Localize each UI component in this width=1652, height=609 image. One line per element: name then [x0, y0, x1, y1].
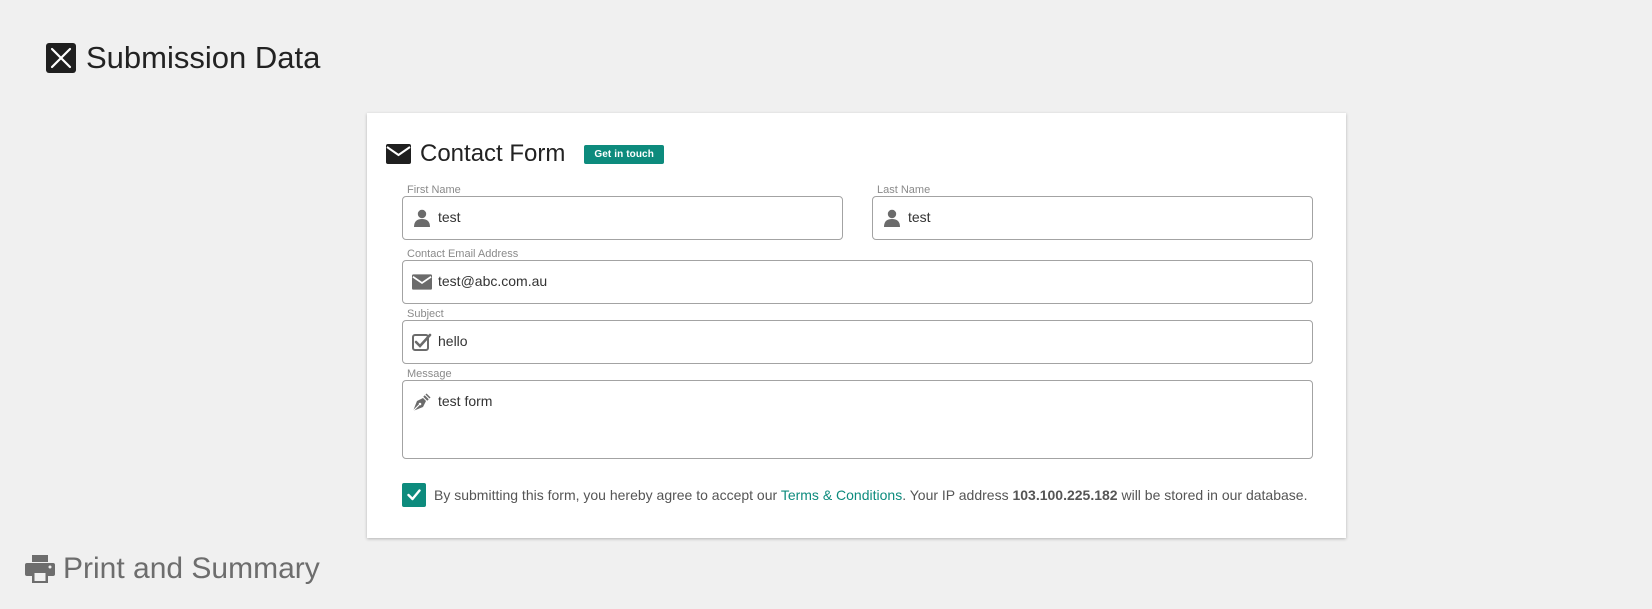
user-icon	[412, 208, 432, 228]
first-name-input[interactable]: test	[402, 196, 843, 240]
envelope-icon	[386, 144, 411, 164]
message-value: test form	[438, 393, 493, 409]
form-header: Contact Form Get in touch	[386, 138, 664, 170]
consent-text-after: will be stored in our database.	[1117, 487, 1308, 503]
check-square-icon	[412, 332, 432, 352]
first-name-field: First Name test	[402, 184, 843, 240]
consent-row: By submitting this form, you hereby agre…	[402, 483, 1307, 507]
print-summary-section: Print and Summary	[25, 552, 320, 586]
first-name-label: First Name	[407, 184, 461, 196]
email-label: Contact Email Address	[407, 248, 519, 260]
last-name-value: test	[908, 209, 931, 225]
subject-field: Subject hello	[402, 308, 1313, 364]
email-input[interactable]: test@abc.com.au	[402, 260, 1313, 304]
terms-link[interactable]: Terms & Conditions	[781, 487, 902, 503]
pen-nib-icon	[412, 392, 432, 412]
consent-text-before: By submitting this form, you hereby agre…	[434, 487, 781, 503]
last-name-label: Last Name	[877, 184, 931, 196]
contact-form-card: Contact Form Get in touch First Name tes…	[367, 113, 1346, 538]
last-name-input[interactable]: test	[872, 196, 1313, 240]
email-value: test@abc.com.au	[438, 273, 548, 289]
printer-icon	[25, 555, 55, 583]
ip-address: 103.100.225.182	[1012, 487, 1118, 503]
consent-checkbox[interactable]	[402, 483, 426, 507]
first-name-value: test	[438, 209, 461, 225]
close-square-icon	[46, 43, 76, 73]
message-label: Message	[407, 368, 452, 380]
last-name-field: Last Name test	[872, 184, 1313, 240]
page-header: Submission Data	[46, 40, 320, 76]
user-icon	[882, 208, 902, 228]
envelope-icon	[412, 272, 432, 292]
form-title: Contact Form	[420, 140, 566, 167]
subject-label: Subject	[407, 308, 444, 320]
page-title: Submission Data	[86, 40, 321, 75]
message-field: Message test form	[402, 368, 1313, 459]
print-summary-title: Print and Summary	[63, 552, 320, 585]
consent-text-middle: . Your IP address	[902, 487, 1013, 503]
consent-text: By submitting this form, you hereby agre…	[434, 487, 1307, 503]
message-textarea[interactable]: test form	[402, 380, 1313, 459]
subject-input[interactable]: hello	[402, 320, 1313, 364]
subject-value: hello	[438, 333, 468, 349]
get-in-touch-badge: Get in touch	[584, 144, 664, 164]
email-field: Contact Email Address test@abc.com.au	[402, 248, 1313, 304]
